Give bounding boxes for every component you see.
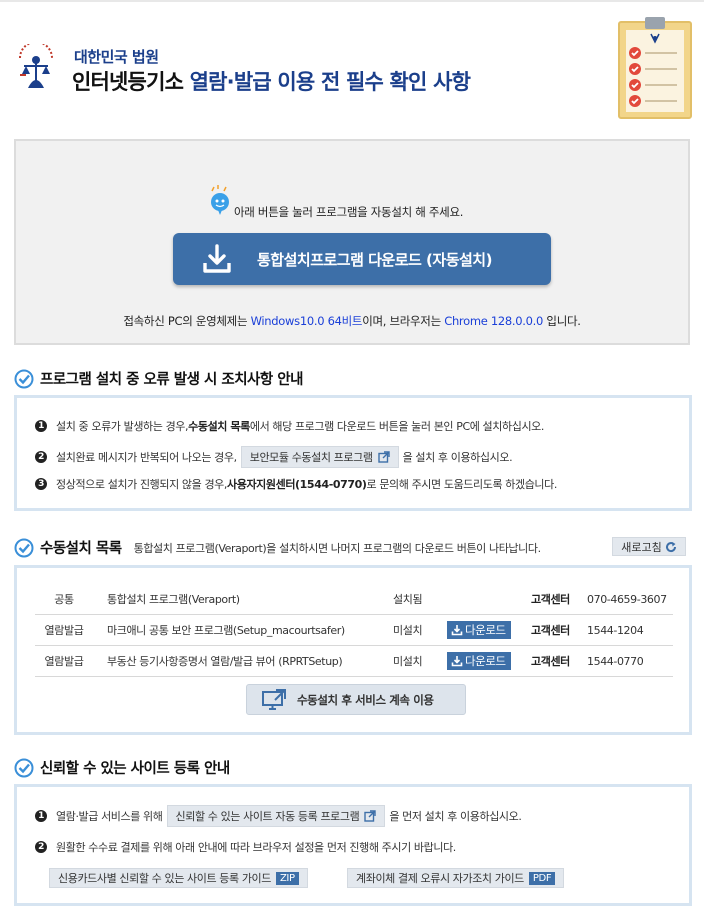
step2-suffix: 을 설치 후 이용하십시오. (402, 451, 513, 464)
error-step-1: 1 설치 중 오류가 발생하는 경우, 수동설치 목록 에서 해당 프로그램 다운… (35, 418, 544, 434)
program-cell: 통합설치 프로그램(Veraport) (93, 584, 393, 615)
env-prefix: 접속하신 PC의 운영체제는 (123, 314, 251, 328)
category-cell: 공통 (35, 584, 93, 615)
action-cell: 다운로드 (447, 614, 531, 646)
program-cell: 부동산 등기사항증명서 열람/발급 뷰어 (RPRTSetup) (93, 645, 393, 677)
error-step-2: 2 설치완료 메시지가 반복되어 나오는 경우, 보안모듈 수동설치 프로그램 … (35, 446, 513, 468)
center-label-cell: 고객센터 (531, 645, 587, 677)
court-name: 대한민국 법원 (74, 48, 159, 66)
table-row: 열람발급 마크애니 공통 보안 프로그램(Setup_macourtsafer)… (35, 614, 673, 646)
pdf-badge: PDF (528, 871, 556, 885)
download-button-label: 통합설치프로그램 다운로드 (자동설치) (257, 251, 492, 269)
step1-bold: 수동설치 목록 (188, 420, 250, 433)
check-circle-icon (14, 758, 34, 777)
security-module-manual-install-button[interactable]: 보안모듈 수동설치 프로그램 (240, 446, 399, 468)
error-guide-panel: 1 설치 중 오류가 발생하는 경우, 수동설치 목록 에서 해당 프로그램 다운… (14, 395, 692, 511)
env-middle: 이며, 브라우저는 (362, 314, 445, 328)
trusted-site-auto-register-button[interactable]: 신뢰할 수 있는 사이트 자동 등록 프로그램 (166, 805, 386, 827)
trusted-step-1: 1 열람·발급 서비스를 위해 신뢰할 수 있는 사이트 자동 등록 프로그램 … (35, 805, 522, 827)
security-module-button-label: 보안모듈 수동설치 프로그램 (249, 451, 373, 464)
manual-install-panel: 공통 통합설치 프로그램(Veraport) 설치됨 고객센터 070-4659… (14, 565, 692, 735)
manual-section-title: 수동설치 목록 (40, 541, 122, 557)
action-cell (447, 584, 531, 615)
info-bubble-icon (211, 185, 229, 215)
phone-cell: 1544-1204 (587, 614, 673, 646)
error-section-heading: 프로그램 설치 중 오류 발생 시 조치사항 안내 (14, 368, 303, 389)
refresh-button[interactable]: 새로고침 (612, 537, 686, 556)
browser-value: Chrome 128.0.0.0 (444, 314, 544, 328)
trusted-section-title: 신뢰할 수 있는 사이트 등록 안내 (40, 761, 230, 777)
download-icon (451, 625, 463, 636)
trusted-step-2: 2 원활한 수수료 결제를 위해 아래 안내에 따라 브라우저 설정을 먼저 진… (35, 839, 456, 855)
step-number-1: 1 (35, 810, 47, 822)
os-value: Windows10.0 64비트 (250, 314, 363, 328)
refresh-icon (665, 541, 676, 552)
phone-cell: 1544-0770 (587, 645, 673, 677)
error-section-title: 프로그램 설치 중 오류 발생 시 조치사항 안내 (40, 372, 303, 388)
step3-suffix: 로 문의해 주시면 도움드리도록 하겠습니다. (366, 478, 558, 491)
category-cell: 열람발급 (35, 614, 93, 646)
auto-install-panel: 아래 버튼을 눌러 프로그램을 자동설치 해 주세요. 통합설치프로그램 다운로… (14, 139, 690, 345)
step3-prefix: 정상적으로 설치가 진행되지 않을 경우, (56, 478, 228, 491)
external-link-icon (377, 451, 390, 463)
page-title-main: 인터넷등기소 (72, 70, 184, 94)
card-company-guide-button[interactable]: 신용카드사별 신뢰할 수 있는 사이트 등록 가이드 ZIP (49, 868, 308, 888)
trusted-step1-suffix: 을 먼저 설치 후 이용하십시오. (389, 810, 522, 823)
manual-install-table: 공통 통합설치 프로그램(Veraport) 설치됨 고객센터 070-4659… (35, 584, 673, 677)
zip-badge: ZIP (275, 871, 299, 885)
trusted-site-panel: 1 열람·발급 서비스를 위해 신뢰할 수 있는 사이트 자동 등록 프로그램 … (14, 784, 692, 906)
page-title-sub: 열람·발급 이용 전 필수 확인 사항 (183, 70, 471, 94)
install-message: 아래 버튼을 눌러 프로그램을 자동설치 해 주세요. (234, 205, 464, 219)
step1-prefix: 설치 중 오류가 발생하는 경우, (56, 420, 189, 433)
program-cell: 마크애니 공통 보안 프로그램(Setup_macourtsafer) (93, 614, 393, 646)
refresh-label: 새로고침 (621, 540, 662, 554)
step-number-2: 2 (35, 841, 47, 853)
download-icon (451, 656, 463, 667)
monitor-link-icon (262, 688, 286, 710)
table-row: 열람발급 부동산 등기사항증명서 열람/발급 뷰어 (RPRTSetup) 미설… (35, 645, 673, 677)
step-number-2: 2 (35, 451, 47, 463)
support-center-contact: 사용자지원센터(1544-0770) (227, 478, 367, 491)
center-label-cell: 고객센터 (531, 584, 587, 615)
category-cell: 열람발급 (35, 645, 93, 677)
trusted-section-heading: 신뢰할 수 있는 사이트 등록 안내 (14, 757, 230, 778)
check-circle-icon (14, 369, 34, 388)
check-circle-icon (14, 538, 34, 557)
account-transfer-guide-button[interactable]: 계좌이체 결제 오류시 자가조치 가이드 PDF (347, 868, 565, 888)
step1-suffix: 에서 해당 프로그램 다운로드 버튼을 눌러 본인 PC에 설치하십시오. (249, 420, 545, 433)
status-cell: 설치됨 (393, 584, 447, 615)
trusted-site-button-label: 신뢰할 수 있는 사이트 자동 등록 프로그램 (175, 810, 360, 823)
guide1-label: 신용카드사별 신뢰할 수 있는 사이트 등록 가이드 (58, 872, 271, 885)
manual-section-description: 통합설치 프로그램(Veraport)을 설치하시면 나머지 프로그램의 다운로… (133, 541, 541, 555)
continue-button-label: 수동설치 후 서비스 계속 이용 (297, 692, 434, 707)
page-header: 대한민국 법원 인터넷등기소 열람·발급 이용 전 필수 확인 사항 (0, 2, 704, 132)
trusted-step2-text: 원활한 수수료 결제를 위해 아래 안내에 따라 브라우저 설정을 먼저 진행해… (56, 841, 456, 854)
download-label: 다운로드 (465, 623, 506, 637)
environment-info: 접속하신 PC의 운영체제는 Windows10.0 64비트이며, 브라우저는… (16, 313, 688, 329)
continue-service-button[interactable]: 수동설치 후 서비스 계속 이용 (246, 684, 466, 715)
external-link-icon (364, 810, 377, 822)
manual-section-heading: 수동설치 목록 통합설치 프로그램(Veraport)을 설치하시면 나머지 프… (14, 537, 541, 558)
guide2-label: 계좌이체 결제 오류시 자가조치 가이드 (356, 872, 524, 885)
trusted-step1-prefix: 열람·발급 서비스를 위해 (56, 810, 163, 823)
court-emblem-icon (19, 44, 53, 88)
integrated-install-download-button[interactable]: 통합설치프로그램 다운로드 (자동설치) (173, 233, 551, 285)
step-number-1: 1 (35, 420, 47, 432)
page-title: 인터넷등기소 열람·발급 이용 전 필수 확인 사항 (72, 66, 471, 96)
macourtsafer-download-button[interactable]: 다운로드 (447, 621, 511, 639)
env-suffix: 입니다. (543, 314, 581, 328)
phone-cell: 070-4659-3607 (587, 584, 673, 615)
center-label-cell: 고객센터 (531, 614, 587, 646)
status-cell: 미설치 (393, 614, 447, 646)
status-cell: 미설치 (393, 645, 447, 677)
error-step-3: 3 정상적으로 설치가 진행되지 않을 경우, 사용자지원센터(1544-077… (35, 476, 557, 492)
checklist-clipboard-icon (618, 17, 692, 119)
action-cell: 다운로드 (447, 645, 531, 677)
step-number-3: 3 (35, 478, 47, 490)
rprtsetup-download-button[interactable]: 다운로드 (447, 652, 511, 670)
download-icon (203, 244, 231, 273)
download-label: 다운로드 (465, 654, 506, 668)
step2-prefix: 설치완료 메시지가 반복되어 나오는 경우, (56, 451, 237, 464)
table-row: 공통 통합설치 프로그램(Veraport) 설치됨 고객센터 070-4659… (35, 584, 673, 615)
